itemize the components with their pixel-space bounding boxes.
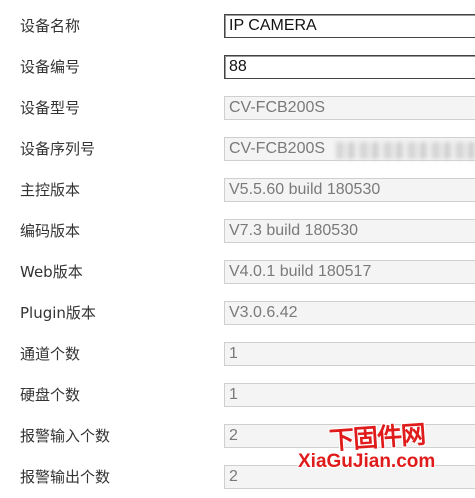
row-disk-count: 硬盘个数 [0,375,475,416]
device-number-input[interactable] [224,55,475,79]
encoding-version-label: 编码版本 [20,222,81,240]
row-plugin-version: Plugin版本 [0,293,475,334]
plugin-version-field [224,301,475,325]
row-main-version: 主控版本 [0,170,475,211]
web-version-field [224,260,475,284]
device-name-label: 设备名称 [20,17,81,35]
device-name-input[interactable] [224,14,475,38]
row-channel-count: 通道个数 [0,334,475,375]
alarm-output-count-label: 报警输出个数 [20,468,111,486]
alarm-input-count-label: 报警输入个数 [20,427,111,445]
main-version-field [224,178,475,202]
encoding-version-field [224,219,475,243]
row-encoding-version: 编码版本 [0,211,475,252]
disk-count-label: 硬盘个数 [20,386,81,404]
plugin-version-label: Plugin版本 [20,304,96,322]
watermark-url: XiaGuJian.com [298,451,436,472]
device-number-label: 设备编号 [20,58,81,76]
row-device-number: 设备编号 [0,47,475,88]
channel-count-field [224,342,475,366]
web-version-label: Web版本 [20,263,83,281]
main-version-label: 主控版本 [20,181,81,199]
serial-redaction-blur [336,142,475,159]
channel-count-label: 通道个数 [20,345,81,363]
device-model-field [224,96,475,120]
row-device-model: 设备型号 [0,88,475,129]
row-web-version: Web版本 [0,252,475,293]
disk-count-field [224,383,475,407]
device-model-label: 设备型号 [20,99,81,117]
device-serial-label: 设备序列号 [20,140,96,158]
row-device-name: 设备名称 [0,6,475,47]
